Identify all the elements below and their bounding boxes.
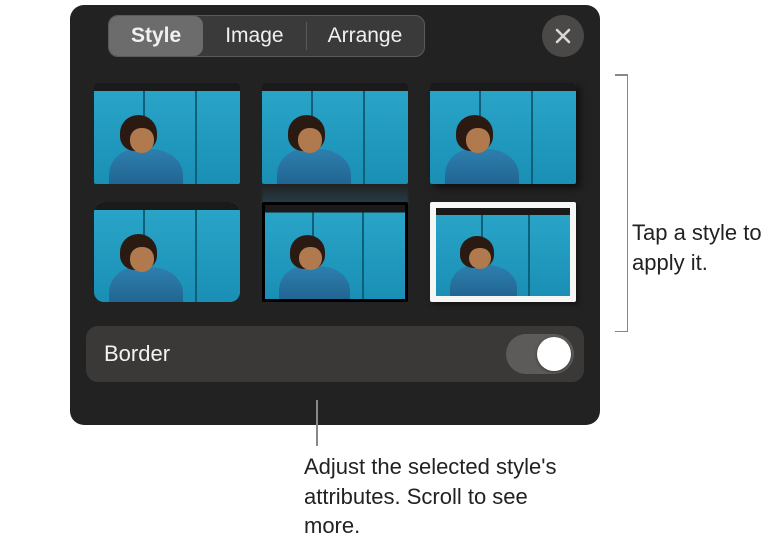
close-button[interactable] xyxy=(542,15,584,57)
tab-image[interactable]: Image xyxy=(203,16,305,56)
callout-leader-bottom xyxy=(316,400,318,446)
tabbar: Style Image Arrange xyxy=(108,15,425,57)
tab-arrange-label: Arrange xyxy=(328,24,403,48)
styles-grid xyxy=(86,75,584,322)
border-row: Border xyxy=(86,326,584,382)
tab-style-label: Style xyxy=(131,24,181,48)
tabbar-row: Style Image Arrange xyxy=(86,15,584,57)
format-panel: Style Image Arrange xyxy=(70,5,600,425)
toggle-knob xyxy=(537,337,571,371)
style-thumb-rounded[interactable] xyxy=(94,202,240,303)
style-thumb-plain[interactable] xyxy=(94,83,240,184)
tab-arrange[interactable]: Arrange xyxy=(306,16,425,56)
border-toggle[interactable] xyxy=(506,334,574,374)
style-thumb-shadow[interactable] xyxy=(430,83,576,184)
callout-bottom: Adjust the selected style's attributes. … xyxy=(304,452,584,541)
border-label: Border xyxy=(104,341,170,367)
callout-bracket-right xyxy=(608,74,628,332)
style-thumb-reflection[interactable] xyxy=(262,83,408,184)
close-icon xyxy=(554,27,572,45)
style-thumb-black-frame[interactable] xyxy=(262,202,408,303)
tab-style[interactable]: Style xyxy=(109,16,203,56)
callout-right: Tap a style to apply it. xyxy=(632,218,772,277)
style-thumb-white-frame[interactable] xyxy=(430,202,576,303)
tab-image-label: Image xyxy=(225,24,283,48)
